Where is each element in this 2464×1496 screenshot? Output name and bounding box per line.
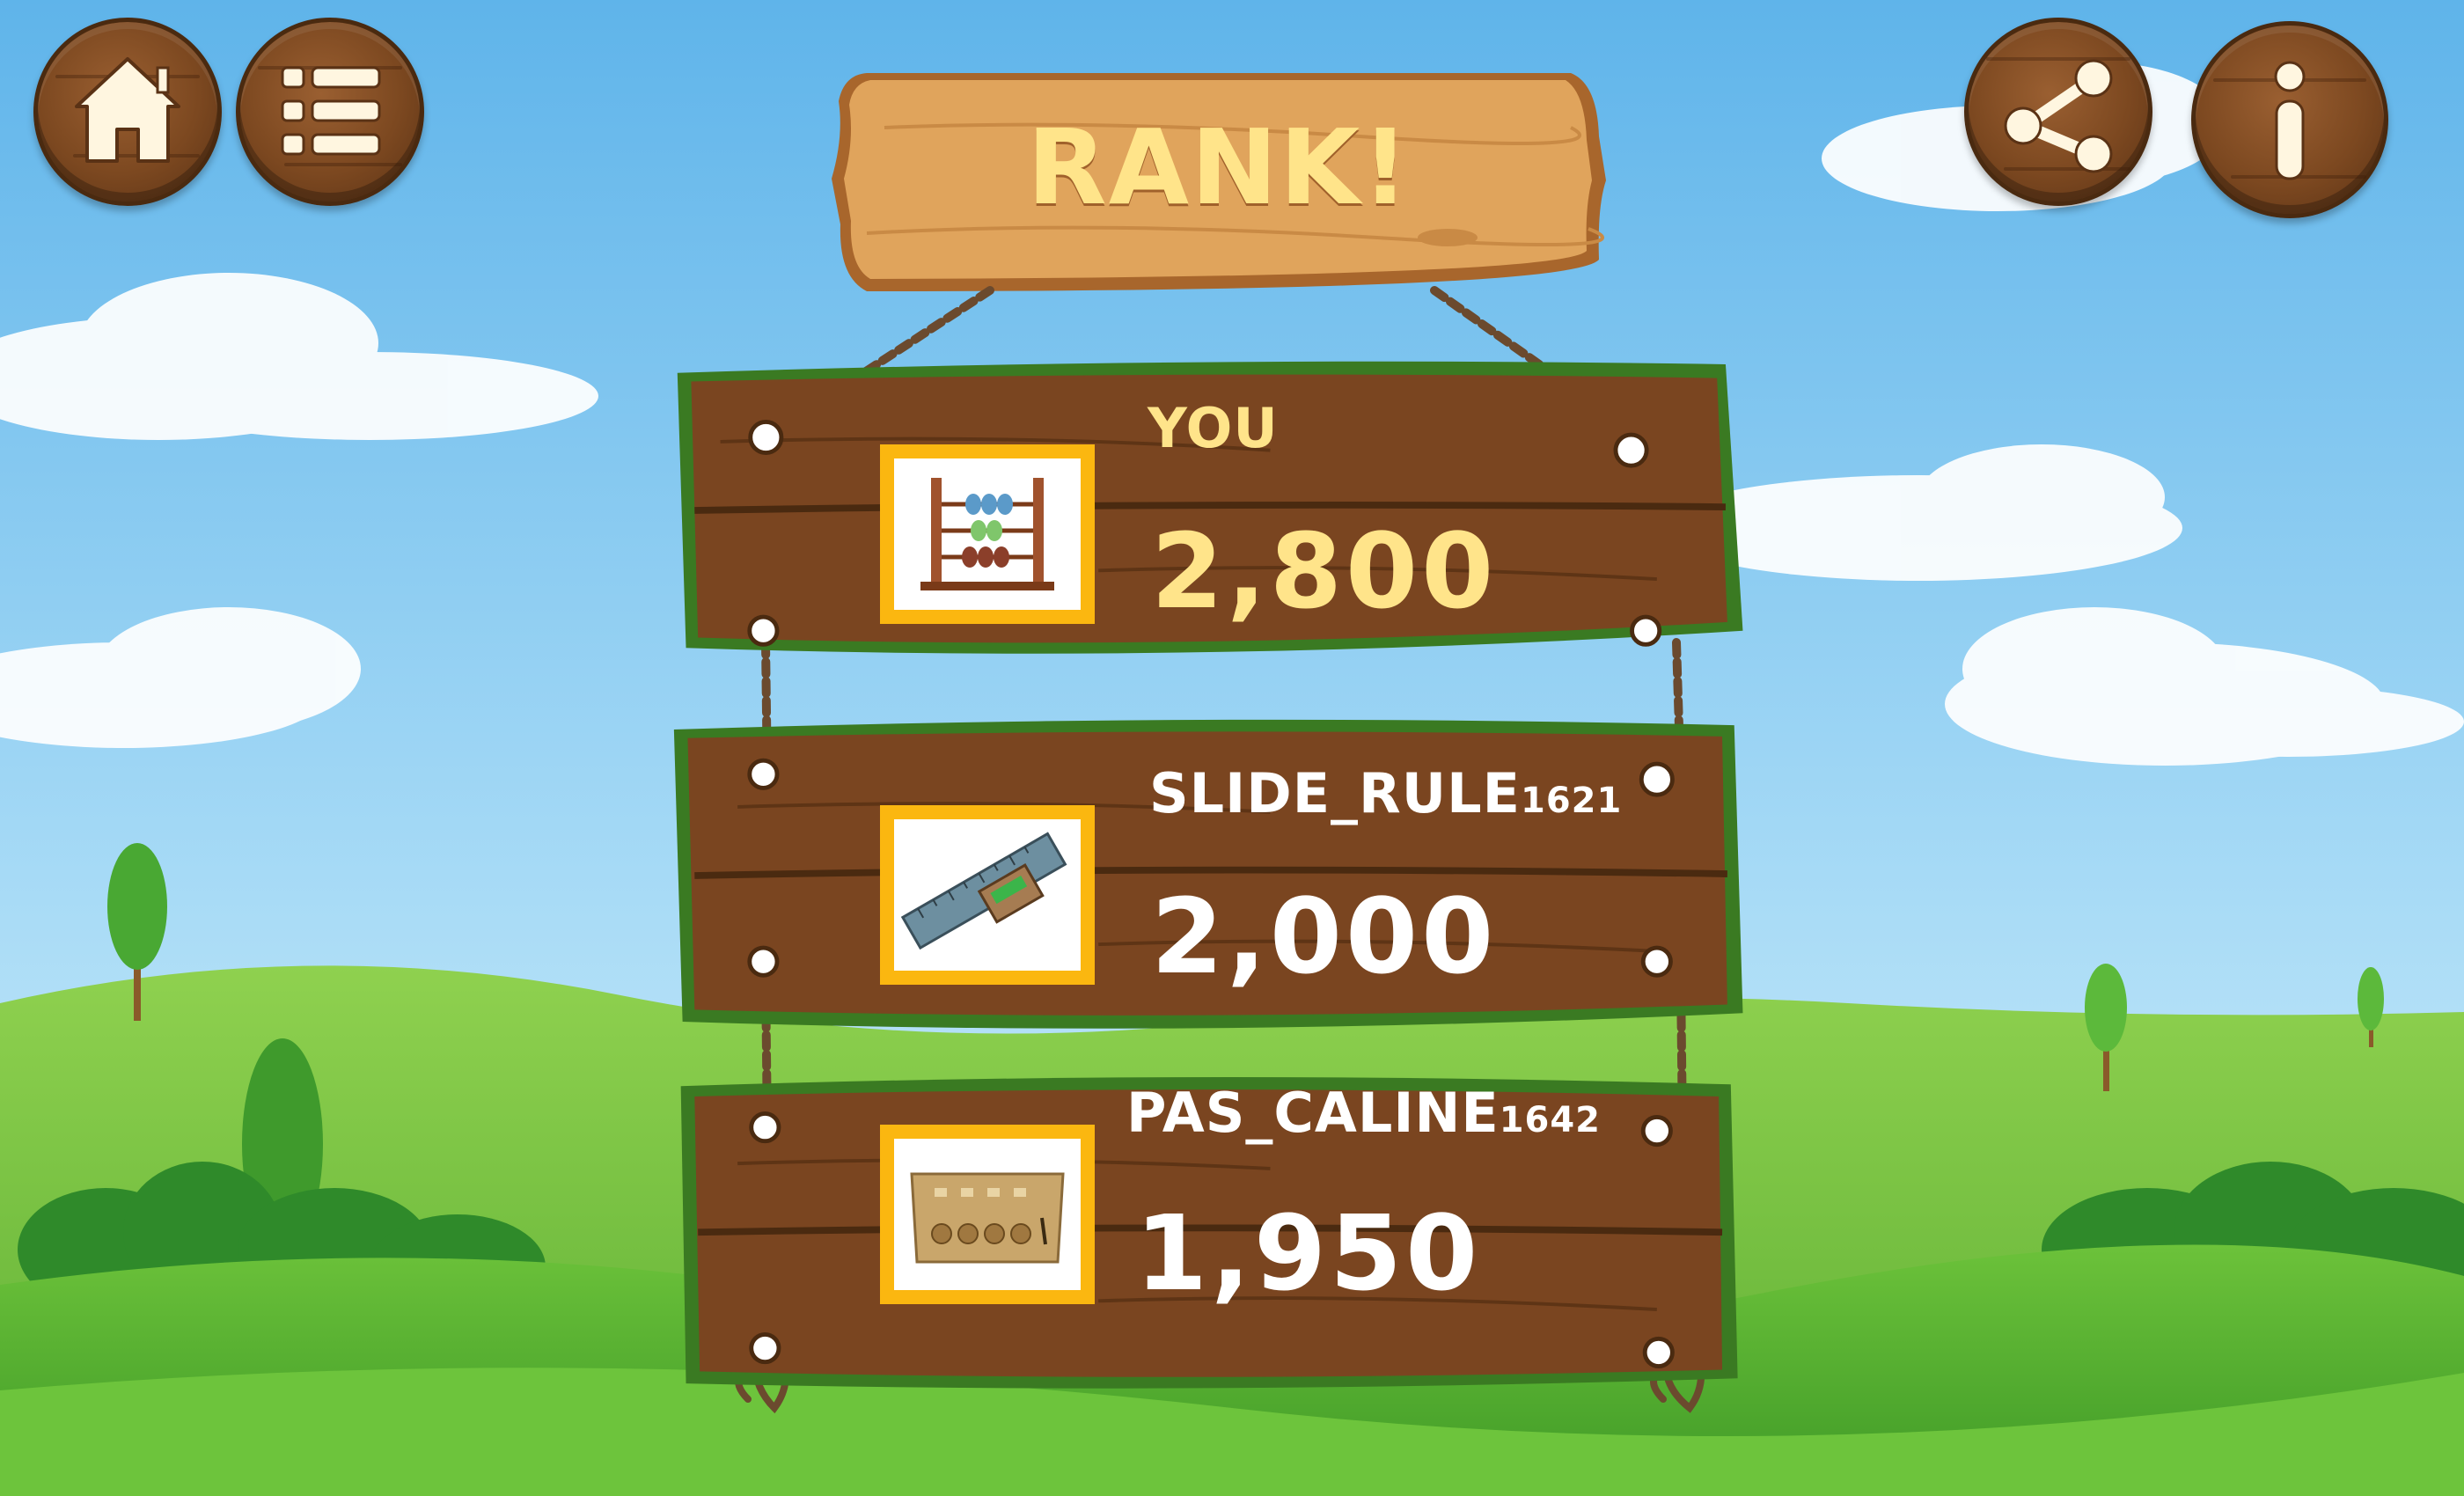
rank-1-name: YOU (1148, 396, 1279, 460)
rank-3-name-suffix: 1642 (1499, 1100, 1602, 1140)
game-scene: RANK! YOU 2,800 SLIDE_RULE1621 2,000 PAS… (0, 0, 2464, 1496)
rank-1-name-text: YOU (1148, 396, 1279, 460)
slide-rule-icon (900, 832, 1067, 950)
abacus-icon (920, 478, 1054, 590)
rank-3-avatar (880, 1125, 1095, 1304)
rank-1-score: 2,800 (1151, 510, 1498, 632)
leaderboard-board: YOU 2,800 SLIDE_RULE1621 2,000 PAS_CALIN… (669, 334, 1786, 1443)
rank-1-avatar (880, 444, 1095, 624)
rank-2-score: 2,000 (1151, 876, 1498, 997)
rank-2-name-suffix: 1621 (1521, 781, 1623, 821)
rank-3-name: PAS_CALINE1642 (1126, 1081, 1601, 1145)
rank-2-name-text: SLIDE_RULE (1149, 761, 1521, 825)
rank-2-avatar (880, 805, 1095, 985)
rank-2-name: SLIDE_RULE1621 (1149, 761, 1622, 825)
rank-3-score: 1,950 (1135, 1192, 1482, 1314)
pascaline-icon (910, 1172, 1065, 1264)
rank-3-name-text: PAS_CALINE (1126, 1081, 1500, 1145)
